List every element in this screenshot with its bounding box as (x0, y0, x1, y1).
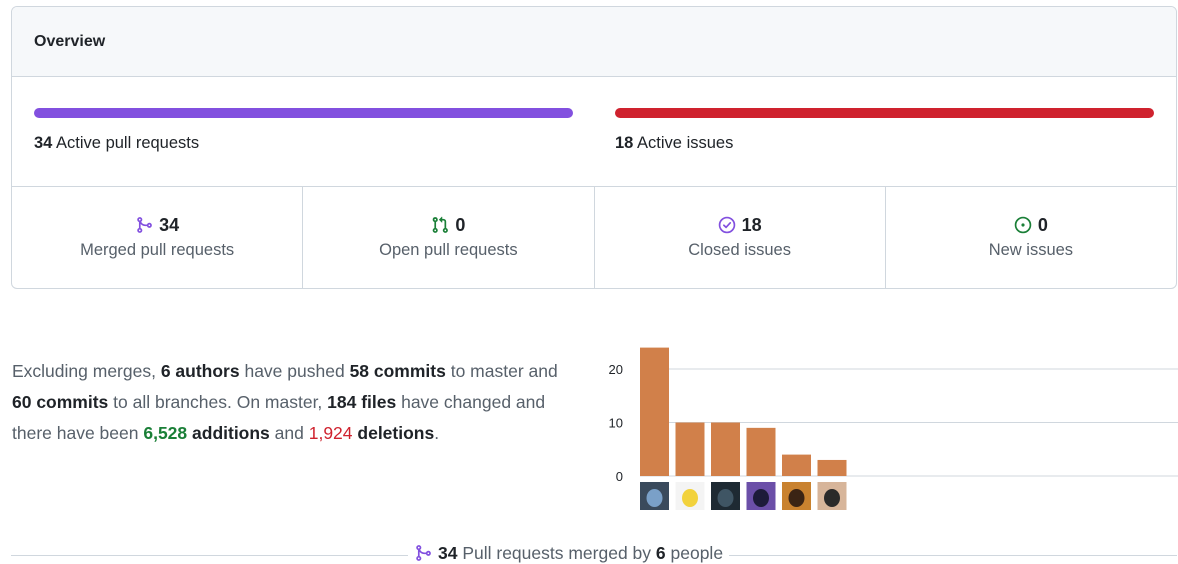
y-tick-label: 20 (609, 362, 623, 377)
active-prs-label: Active pull requests (56, 134, 200, 152)
stat-closed-label: Closed issues (688, 241, 791, 259)
stat-new-value: 0 (1037, 214, 1048, 235)
active-prs-bar[interactable] (34, 108, 573, 118)
commits-all-link[interactable]: 60 commits (12, 392, 108, 412)
stat-closed-issues[interactable]: 18 Closed issues (595, 187, 886, 288)
summary-text: have pushed (239, 361, 350, 381)
y-tick-label: 0 (616, 469, 623, 484)
files-count: 184 files (327, 392, 397, 412)
summary-text: . (434, 423, 440, 443)
deletions-count: 1,924 (308, 423, 353, 443)
summary-text: Excluding merges, (12, 361, 161, 381)
stat-merged-prs[interactable]: 34 Merged pull requests (12, 187, 304, 288)
stats-row: 34 Merged pull requests 0 Open pull requ… (12, 187, 1176, 288)
commit-contributors-chart: 0 10 20 (609, 347, 1178, 510)
author-avatar[interactable] (640, 482, 669, 510)
active-issues-bar[interactable] (615, 108, 1154, 118)
commit-bar[interactable] (640, 347, 669, 476)
summary-text: to all branches. On master, (108, 392, 328, 412)
active-issues-summary[interactable]: 18 Active issues (615, 134, 733, 153)
commit-summary: Excluding merges, 6 authors have pushed … (12, 356, 582, 449)
active-issues-label: Active issues (637, 134, 734, 152)
merged-count: 34 (438, 542, 458, 563)
stat-new-label: New issues (988, 241, 1074, 259)
stat-merged-label: Merged pull requests (80, 241, 235, 259)
issue-closed-icon (718, 216, 735, 234)
commit-bar[interactable] (782, 454, 811, 476)
summary-text: to master and (445, 361, 558, 381)
git-merge-icon (416, 545, 431, 561)
footer-text: Pull requests merged by (457, 542, 656, 563)
stat-closed-value: 18 (741, 214, 762, 235)
issue-opened-icon (1014, 216, 1032, 234)
deletions-label: deletions (352, 423, 435, 443)
stat-open-label: Open pull requests (379, 241, 518, 259)
stat-merged-value: 34 (159, 214, 180, 235)
commit-bar[interactable] (675, 422, 705, 477)
y-tick-label: 10 (609, 416, 623, 431)
additions-count: 6,528 (143, 423, 188, 443)
merged-prs-summary[interactable]: 34 Pull requests merged by 6 people (408, 541, 730, 564)
footer-text: people (665, 542, 724, 563)
additions-label: additions (187, 423, 270, 443)
summary-text: and (269, 423, 309, 443)
commit-bar[interactable] (746, 427, 776, 476)
author-avatar[interactable] (711, 482, 740, 510)
commit-bar[interactable] (711, 422, 740, 477)
people-count: 6 (655, 542, 666, 563)
author-avatar[interactable] (782, 482, 811, 510)
stat-open-value: 0 (455, 214, 466, 235)
git-pull-request-icon (433, 216, 449, 233)
author-avatar[interactable] (746, 482, 776, 510)
commit-bar[interactable] (817, 459, 847, 476)
active-prs-count: 34 (34, 134, 53, 152)
author-avatar[interactable] (675, 482, 705, 510)
active-issues-count: 18 (615, 134, 634, 152)
stat-open-prs[interactable]: 0 Open pull requests (303, 187, 595, 288)
commits-master-link[interactable]: 58 commits (350, 361, 446, 381)
overview-box: Overview 34 Active pull requests 18 Acti… (11, 6, 1177, 289)
overview-title: Overview (12, 7, 1176, 77)
git-merge-icon (137, 217, 152, 233)
authors-link[interactable]: 6 authors (161, 361, 240, 381)
activity-bars: 34 Active pull requests 18 Active issues (12, 77, 1176, 187)
stat-new-issues[interactable]: 0 New issues (886, 187, 1176, 288)
active-prs-summary[interactable]: 34 Active pull requests (34, 134, 199, 153)
author-avatar[interactable] (817, 482, 847, 510)
